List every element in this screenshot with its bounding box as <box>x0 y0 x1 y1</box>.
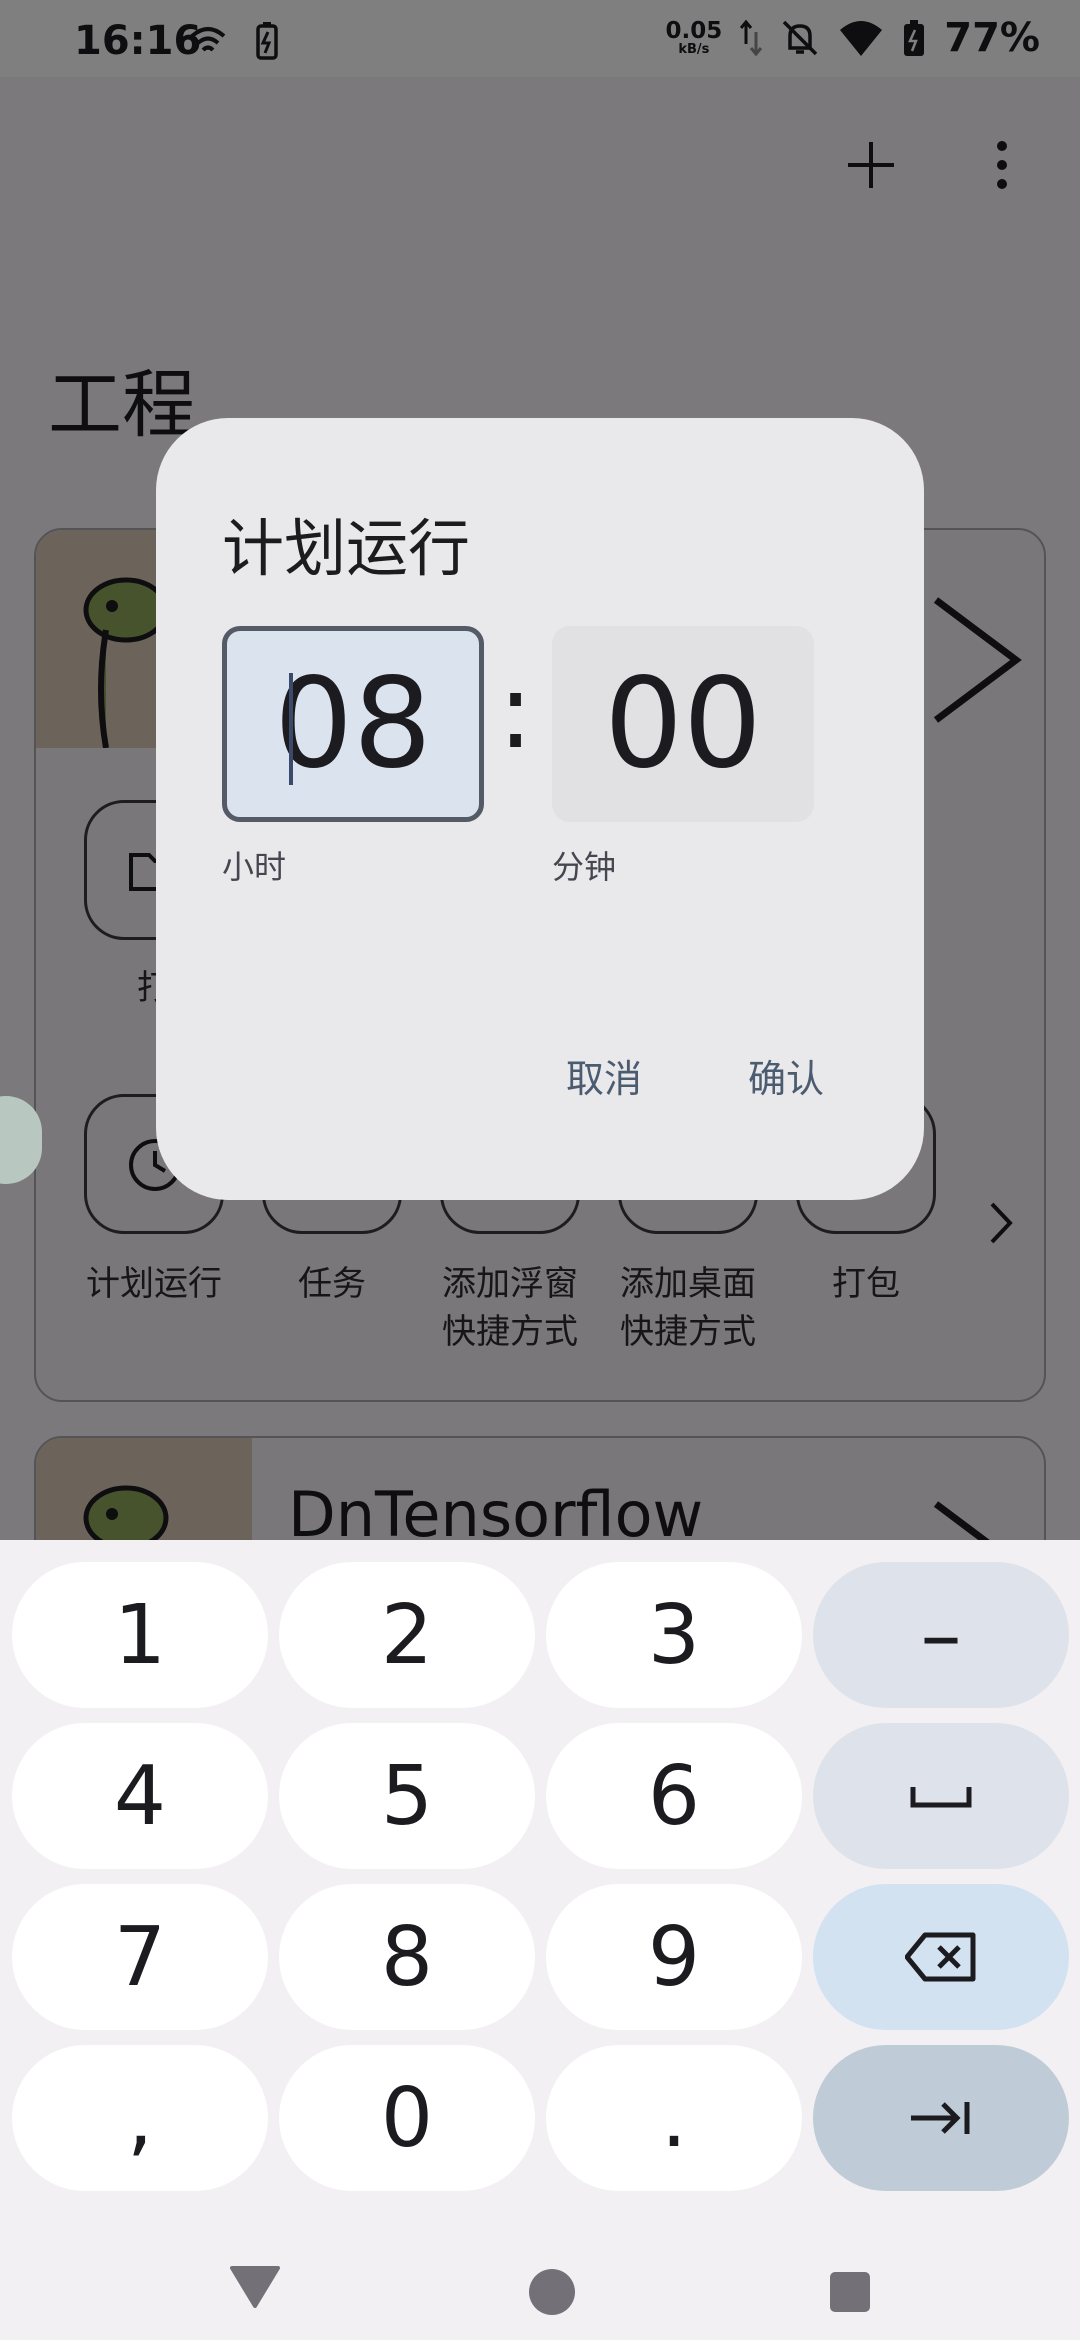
key-4[interactable]: 4 <box>12 1723 268 1869</box>
key-minus[interactable]: – <box>813 1562 1069 1708</box>
hour-label: 小时 <box>222 848 287 886</box>
key-backspace[interactable] <box>813 1884 1069 2030</box>
key-1[interactable]: 1 <box>12 1562 268 1708</box>
cancel-button[interactable]: 取消 <box>556 1040 652 1111</box>
numeric-keyboard: 1 2 3 – 4 5 6 7 8 9 , 0 . <box>0 1540 1080 2220</box>
key-7[interactable]: 7 <box>12 1884 268 2030</box>
recents-icon[interactable] <box>828 2270 872 2314</box>
navigation-bar <box>0 2220 1080 2340</box>
tab-next-icon <box>911 2102 970 2134</box>
minute-label: 分钟 <box>552 848 617 886</box>
space-icon <box>910 1787 972 1808</box>
text-cursor <box>289 673 293 785</box>
backspace-icon <box>905 1932 976 1982</box>
key-comma[interactable]: , <box>12 2045 268 2191</box>
minute-input[interactable]: 00 <box>552 626 814 822</box>
key-9[interactable]: 9 <box>546 1884 802 2030</box>
key-2[interactable]: 2 <box>279 1562 535 1708</box>
hour-value: 08 <box>274 652 432 796</box>
minute-value: 00 <box>604 652 762 796</box>
key-dot[interactable]: . <box>546 2045 802 2191</box>
key-6[interactable]: 6 <box>546 1723 802 1869</box>
schedule-run-dialog: 计划运行 08 : 00 小时 分钟 取消 确认 <box>156 418 924 1200</box>
key-8[interactable]: 8 <box>279 1884 535 2030</box>
key-0[interactable]: 0 <box>279 2045 535 2191</box>
key-3[interactable]: 3 <box>546 1562 802 1708</box>
back-icon[interactable] <box>230 2264 280 2308</box>
key-5[interactable]: 5 <box>279 1723 535 1869</box>
hour-input[interactable]: 08 <box>222 626 484 822</box>
confirm-button[interactable]: 确认 <box>738 1040 834 1111</box>
dialog-title: 计划运行 <box>222 512 471 585</box>
key-space[interactable] <box>813 1723 1069 1869</box>
home-icon[interactable] <box>528 2268 576 2316</box>
key-next[interactable] <box>813 2045 1069 2191</box>
time-separator: : <box>498 650 534 772</box>
